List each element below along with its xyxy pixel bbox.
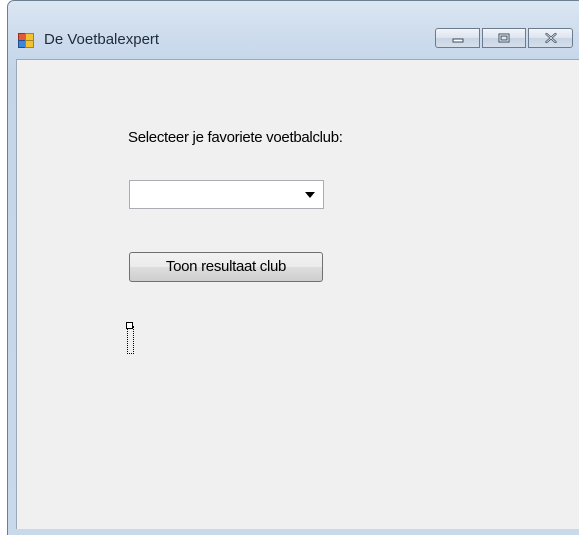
club-prompt-label: Selecteer je favoriete voetbalclub: (128, 129, 343, 146)
app-icon (18, 32, 34, 48)
close-icon (544, 32, 557, 44)
title-bar[interactable]: De Voetbalexpert (8, 1, 579, 49)
window-title: De Voetbalexpert (44, 31, 160, 48)
form-client-area: Selecteer je favoriete voetbalclub: Toon… (16, 59, 579, 529)
club-select[interactable] (129, 180, 324, 209)
selection-handle[interactable] (126, 322, 133, 329)
maximize-button[interactable] (482, 28, 526, 48)
show-result-button[interactable]: Toon resultaat club (129, 252, 323, 282)
result-label (126, 322, 135, 354)
close-button[interactable] (528, 28, 573, 48)
minimize-button[interactable] (435, 28, 480, 48)
chevron-down-icon (305, 192, 315, 198)
minimize-icon (452, 38, 463, 43)
maximize-icon (498, 33, 510, 43)
result-label-outline (127, 326, 134, 354)
app-window: De Voetbalexpert Selecteer je favoriete … (7, 0, 579, 535)
